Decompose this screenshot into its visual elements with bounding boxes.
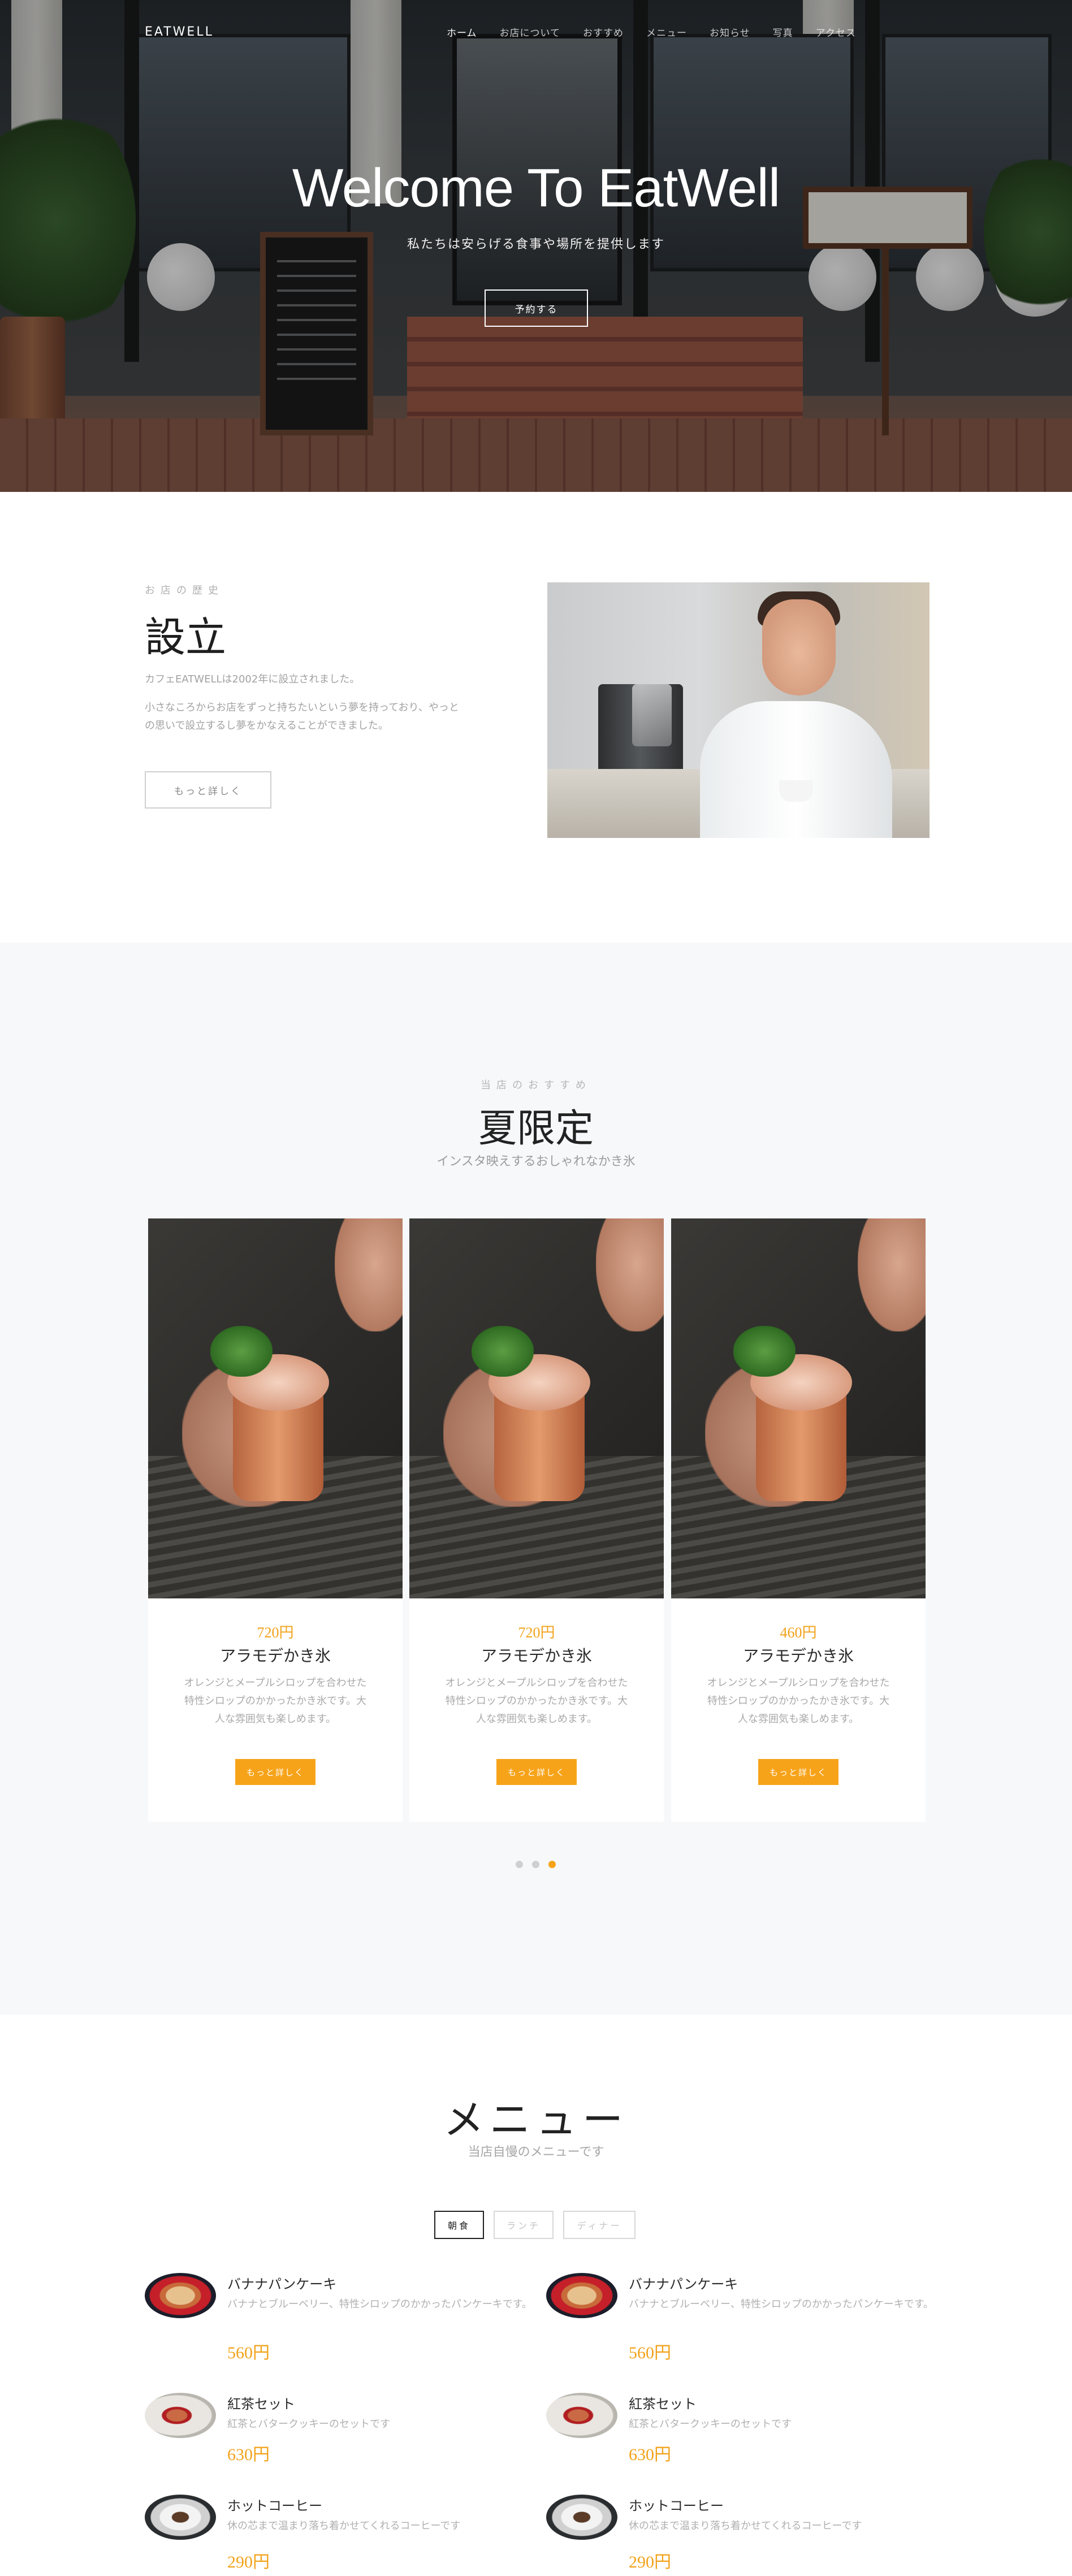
tea-set-photo	[546, 2393, 617, 2438]
menu-item[interactable]: バナナパンケーキ バナナとブルーベリー、特性シロップのかかったパンケーキです。 …	[546, 2273, 933, 2362]
special-card[interactable]: 720円 アラモデかき氷 オレンジとメープルシロップを合わせた特性シロップのかか…	[148, 1218, 403, 1822]
special-card[interactable]: 460円 アラモデかき氷 オレンジとメープルシロップを合わせた特性シロップのかか…	[671, 1218, 926, 1822]
menu-item[interactable]: ホットコーヒー 休の芯まで温まり落ち着かせてくれるコーヒーです 290円	[546, 2495, 931, 2576]
carousel-dot-active[interactable]	[548, 1861, 556, 1868]
menu-item[interactable]: 紅茶セット 紅茶とバタークッキーのセットです 630円	[145, 2393, 529, 2478]
menu-item-price: 560円	[227, 2344, 270, 2362]
menu-item[interactable]: ホットコーヒー 休の芯まで温まり落ち着かせてくれるコーヒーです 290円	[145, 2495, 529, 2576]
special-name: アラモデかき氷	[742, 1646, 854, 1665]
special-card[interactable]: 720円 アラモデかき氷 オレンジとメープルシロップを合わせた特性シロップのかか…	[409, 1218, 664, 1822]
tab-breakfast[interactable]: 朝食	[434, 2211, 484, 2239]
special-price: 720円	[518, 1624, 555, 1641]
menu-item-name: ホットコーヒー	[227, 2498, 322, 2514]
menu-item-price: 290円	[227, 2553, 270, 2571]
specials-kicker: 当店のおすすめ	[481, 1079, 591, 1091]
special-more-button[interactable]: もっと詳しく	[235, 1759, 315, 1785]
tab-lunch[interactable]: ランチ	[494, 2211, 554, 2239]
nav-item-home[interactable]: ホーム	[447, 25, 477, 39]
nav-menu: ホーム お店について おすすめ メニュー お知らせ 写真 アクセス	[447, 25, 879, 39]
about-kicker: お店の歴史	[145, 585, 224, 597]
shaved-ice-photo	[409, 1218, 664, 1598]
carousel-dots	[516, 1861, 556, 1868]
top-nav: EATWELL ホーム お店について おすすめ メニュー お知らせ 写真 アクセ…	[0, 0, 1072, 63]
tea-set-photo	[145, 2393, 216, 2438]
menu-tabs: 朝食 ランチ ディナー	[434, 2211, 636, 2239]
menu-item-name: バナナパンケーキ	[227, 2276, 337, 2292]
menu-item-price: 560円	[629, 2344, 671, 2362]
hero-subtitle: 私たちは安らげる食事や場所を提供します	[407, 237, 665, 252]
brand-logo[interactable]: EATWELL	[145, 25, 214, 39]
nav-item-menu[interactable]: メニュー	[646, 25, 687, 39]
specials-subtitle: インスタ映えするおしゃれなかき氷	[436, 1155, 636, 1169]
shaved-ice-photo	[671, 1218, 926, 1598]
menu-item-description: バナナとブルーベリー、特性シロップのかかったパンケーキです。	[629, 2298, 933, 2310]
coffee-photo	[145, 2495, 216, 2540]
chef-photo	[547, 582, 930, 838]
coffee-photo	[546, 2495, 617, 2540]
special-description: オレンジとメープルシロップを合わせた特性シロップのかかったかき氷です。大人な雰囲…	[184, 1677, 367, 1725]
special-more-button[interactable]: もっと詳しく	[758, 1759, 838, 1785]
nav-item-recommend[interactable]: おすすめ	[583, 25, 624, 39]
menu-subtitle: 当店自慢のメニューです	[468, 2145, 604, 2159]
menu-item-price: 630円	[629, 2445, 671, 2464]
pancake-photo	[145, 2273, 216, 2318]
about-paragraph: 小さなころからお店をずっと持ちたいという夢を持っており、やっとの思いで設立するし…	[145, 702, 459, 732]
tab-dinner[interactable]: ディナー	[563, 2211, 636, 2239]
specials-title: 夏限定	[478, 1107, 594, 1151]
menu-item-description: 紅茶とバタークッキーのセットです	[629, 2418, 792, 2430]
pancake-photo	[546, 2273, 617, 2318]
menu-item-description: 休の芯まで温まり落ち着かせてくれるコーヒーです	[227, 2520, 461, 2532]
special-description: オレンジとメープルシロップを合わせた特性シロップのかかったかき氷です。大人な雰囲…	[445, 1677, 628, 1725]
special-price: 720円	[257, 1624, 294, 1641]
menu-item-name: ホットコーヒー	[629, 2498, 724, 2514]
nav-item-photos[interactable]: 写真	[773, 25, 793, 39]
menu-item-description: 休の芯まで温まり落ち着かせてくれるコーヒーです	[629, 2520, 862, 2532]
about-title: 設立	[145, 613, 227, 661]
menu-item-name: 紅茶セット	[227, 2396, 295, 2412]
nav-item-news[interactable]: お知らせ	[710, 25, 750, 39]
nav-item-access[interactable]: アクセス	[816, 25, 856, 39]
reserve-button[interactable]: 予約する	[485, 289, 588, 327]
special-description: オレンジとメープルシロップを合わせた特性シロップのかかったかき氷です。大人な雰囲…	[707, 1677, 890, 1725]
menu-item[interactable]: 紅茶セット 紅茶とバタークッキーのセットです 630円	[546, 2393, 931, 2478]
shaved-ice-photo	[148, 1218, 403, 1598]
special-more-button[interactable]: もっと詳しく	[496, 1759, 577, 1785]
menu-title: メニュー	[443, 2096, 629, 2143]
carousel-dot[interactable]	[532, 1861, 539, 1868]
carousel-dot[interactable]	[516, 1861, 523, 1868]
menu-item-description: 紅茶とバタークッキーのセットです	[227, 2418, 390, 2430]
about-more-button[interactable]: もっと詳しく	[145, 771, 271, 809]
about-paragraph: カフェEATWELLは2002年に設立されました。	[145, 673, 360, 685]
menu-item-description: バナナとブルーベリー、特性シロップのかかったパンケーキです。	[227, 2298, 532, 2310]
menu-item-name: バナナパンケーキ	[629, 2276, 738, 2292]
special-price: 460円	[780, 1624, 817, 1641]
hero-section: EATWELL ホーム お店について おすすめ メニュー お知らせ 写真 アクセ…	[0, 0, 1072, 492]
nav-item-about[interactable]: お店について	[500, 25, 561, 39]
menu-item[interactable]: バナナパンケーキ バナナとブルーベリー、特性シロップのかかったパンケーキです。 …	[145, 2273, 532, 2362]
menu-item-name: 紅茶セット	[629, 2396, 697, 2412]
hero-title: Welcome To EatWell	[292, 158, 780, 218]
special-name: アラモデかき氷	[481, 1646, 592, 1665]
menu-item-price: 290円	[629, 2553, 671, 2571]
menu-item-price: 630円	[227, 2445, 270, 2464]
special-name: アラモデかき氷	[219, 1646, 331, 1665]
